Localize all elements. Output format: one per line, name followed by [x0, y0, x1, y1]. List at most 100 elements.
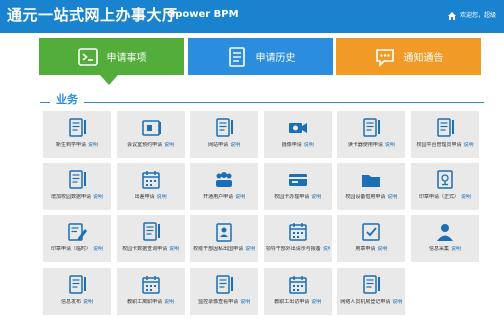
service-note-link[interactable]: 说明	[230, 142, 240, 148]
service-name: 印章申请（临时）	[50, 246, 91, 253]
tab-apply[interactable]: 申请事项	[39, 38, 184, 75]
service-tile[interactable]: 网络人员机房登记申请 说明	[337, 267, 406, 315]
service-tile[interactable]: 校园卡数据查询申请 说明	[116, 215, 185, 263]
service-note-link[interactable]: 说明	[387, 194, 397, 200]
active-tab-pointer	[100, 75, 118, 85]
person-icon	[437, 224, 453, 242]
service-tile[interactable]: 网站申请 说明	[190, 111, 259, 158]
service-note-link[interactable]: 说明	[392, 299, 402, 305]
service-label: 信息采集 说明	[413, 246, 477, 252]
service-tile[interactable]: 摄像申请 说明	[263, 111, 332, 158]
calendar-icon	[141, 275, 160, 294]
service-note-link[interactable]: 说明	[377, 246, 387, 252]
tab-notice-label: 通知通告	[403, 53, 444, 64]
document-icon	[363, 274, 381, 294]
service-tile[interactable]: 印章申请（临时） 说明	[43, 215, 111, 263]
service-name: 校级干部因私出国申请	[193, 246, 244, 253]
service-label: 校园平台管理员申请 说明	[413, 142, 477, 148]
service-name: 网络人员机房登记申请	[340, 298, 391, 305]
service-note-link[interactable]: 说明	[464, 142, 474, 148]
service-note-link[interactable]: 说明	[245, 246, 255, 252]
service-label: 教职工出访申请 说明	[266, 299, 330, 305]
service-note-link[interactable]: 说明	[157, 194, 167, 200]
service-label: 印章申请（临时） 说明	[45, 246, 109, 252]
service-note-link[interactable]: 说明	[164, 142, 174, 148]
service-tile[interactable]: 校园平台管理员申请 说明	[411, 111, 479, 158]
calendar-icon	[289, 223, 307, 242]
user-card-icon	[216, 223, 232, 243]
service-tile[interactable]: 信息采集 说明	[411, 215, 479, 263]
service-name: 教职工离职申请	[127, 298, 163, 305]
service-note-link[interactable]: 说明	[240, 299, 250, 305]
stamp-check-icon	[362, 223, 381, 242]
folder-icon	[362, 175, 381, 188]
service-note-link[interactable]: 说明	[93, 194, 103, 200]
service-tile[interactable]: 信息发布 说明	[43, 267, 111, 315]
service-label: 教职工离职申请 说明	[119, 299, 183, 305]
service-name: 校园平台管理员申请	[416, 142, 462, 148]
home-icon[interactable]	[447, 11, 457, 21]
tab-notice[interactable]: 通知通告	[336, 38, 481, 75]
service-label: 开通用户申请 说明	[192, 194, 256, 200]
service-note-link[interactable]: 说明	[88, 142, 98, 148]
service-tile[interactable]: 用章申请 说明	[337, 215, 406, 263]
service-label: 会议室预约申请 说明	[119, 142, 183, 148]
service-note-link[interactable]: 说明	[323, 246, 330, 252]
service-name: 校园卡办理申请	[274, 194, 310, 201]
service-tile[interactable]: 教职工离职申请 说明	[116, 267, 185, 315]
service-name: 监控录像查看申请	[198, 298, 239, 305]
service-name: 增加校园数据申请	[50, 194, 91, 201]
service-name: 信息发布	[60, 298, 81, 305]
service-tile[interactable]: 监控录像查看申请 说明	[190, 267, 259, 315]
service-tile[interactable]: 校级干部因私出国申请 说明	[190, 215, 259, 263]
service-tile[interactable]: 校园设备借用申请 说明	[337, 163, 406, 211]
document-icon	[69, 118, 86, 137]
service-tile[interactable]: 校园卡办理申请 说明	[263, 163, 332, 211]
service-name: 读卡器使用申请	[347, 142, 383, 148]
service-label: 信息发布 说明	[45, 299, 109, 305]
service-note-link[interactable]: 说明	[385, 142, 395, 148]
stamp-icon	[437, 170, 453, 189]
document-icon	[228, 46, 245, 67]
document-icon	[142, 222, 160, 242]
service-tile[interactable]: 会议室预约申请 说明	[116, 111, 185, 158]
document-icon	[69, 170, 86, 189]
service-tile[interactable]: 出差申请 说明	[116, 163, 185, 211]
service-name: 印章申请（正式）	[418, 194, 459, 201]
service-tile[interactable]: 教职工出访申请 说明	[263, 267, 332, 315]
service-note-link[interactable]: 说明	[169, 246, 179, 252]
service-name: 校园卡数据查询申请	[122, 246, 168, 253]
service-label: 网站申请 说明	[192, 142, 256, 148]
service-note-link[interactable]: 说明	[461, 194, 471, 200]
calendar-icon	[289, 275, 307, 294]
service-note-link[interactable]: 说明	[235, 194, 245, 200]
service-note-link[interactable]: 说明	[83, 299, 93, 305]
service-note-link[interactable]: 说明	[164, 299, 174, 305]
document-icon	[216, 274, 234, 294]
people-icon	[216, 172, 233, 188]
service-tile[interactable]: 增加校园数据申请 说明	[43, 163, 111, 211]
service-tile[interactable]: 领导干部外出请示与报备说明	[263, 215, 332, 263]
welcome-user-text[interactable]: 欢迎您，超级	[460, 10, 496, 22]
service-tile[interactable]: 印章申请（正式） 说明	[411, 163, 479, 211]
service-label: 校级干部因私出国申请 说明	[192, 246, 256, 252]
camera-icon	[288, 123, 307, 133]
tab-history[interactable]: 申请历史	[188, 38, 333, 75]
service-note-link[interactable]: 说明	[304, 142, 314, 148]
terminal-icon	[77, 47, 98, 66]
service-tile[interactable]: 新生到学申请 说明	[43, 111, 111, 158]
service-note-link[interactable]: 说明	[451, 246, 461, 252]
service-label: 网络人员机房登记申请 说明	[339, 299, 403, 305]
service-note-link[interactable]: 说明	[93, 246, 103, 252]
tab-apply-label: 申请事项	[106, 53, 147, 64]
service-tile[interactable]: 开通用户申请 说明	[190, 163, 259, 211]
chat-icon	[375, 48, 394, 67]
app-title: 通元一站式网上办事大厅	[7, 6, 178, 24]
service-label: 监控录像查看申请 说明	[192, 299, 256, 305]
user-bar[interactable]: 欢迎您，超级	[447, 10, 496, 22]
service-note-link[interactable]: 说明	[311, 194, 321, 200]
document-icon	[216, 118, 234, 137]
service-note-link[interactable]: 说明	[311, 299, 321, 305]
service-tile[interactable]: 读卡器使用申请 说明	[337, 111, 406, 158]
service-name: 出差申请	[134, 194, 155, 201]
